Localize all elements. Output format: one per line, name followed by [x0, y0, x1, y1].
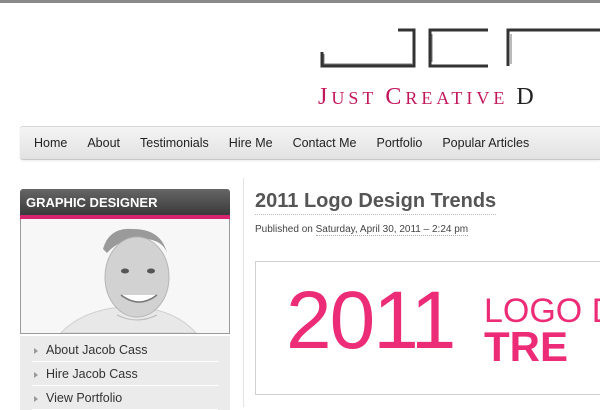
logo-mark: [320, 28, 600, 68]
sidebar-link-about[interactable]: About Jacob Cass: [32, 338, 218, 362]
bullet-arrow-icon: [34, 371, 38, 378]
hero-year: 2011: [286, 275, 456, 366]
nav-about[interactable]: About: [87, 136, 120, 150]
post-hero-image[interactable]: 2011 LOGO D TRE: [255, 261, 600, 395]
author-photo: [20, 219, 230, 334]
nav-testimonials[interactable]: Testimonials: [140, 136, 209, 150]
sidebar-link-portfolio[interactable]: View Portfolio: [32, 386, 218, 410]
main-nav: Home About Testimonials Hire Me Contact …: [20, 126, 600, 160]
sidebar-links: About Jacob Cass Hire Jacob Cass View Po…: [20, 336, 230, 410]
post-title[interactable]: 2011 Logo Design Trends: [255, 190, 497, 215]
post-date[interactable]: Saturday, April 30, 2011 – 2:24 pm: [315, 224, 469, 236]
nav-contact-me[interactable]: Contact Me: [293, 136, 357, 150]
nav-popular-articles[interactable]: Popular Articles: [442, 136, 529, 150]
window-top-border: [0, 0, 600, 3]
sidebar-heading: GRAPHIC DESIGNER: [20, 189, 230, 219]
nav-hire-me[interactable]: Hire Me: [229, 136, 273, 150]
hero-word-trends: TRE: [484, 323, 568, 370]
sidebar-link-hire[interactable]: Hire Jacob Cass: [32, 362, 218, 386]
bullet-arrow-icon: [34, 395, 38, 402]
post-meta: Published on Saturday, April 30, 2011 – …: [255, 224, 469, 236]
site-tagline[interactable]: JUST CREATIVE D: [318, 84, 538, 111]
column-divider: [243, 178, 244, 407]
nav-home[interactable]: Home: [34, 136, 67, 150]
bullet-arrow-icon: [34, 347, 38, 354]
sidebar: GRAPHIC DESIGNER About Jacob Cass Hire J…: [20, 189, 230, 410]
nav-portfolio[interactable]: Portfolio: [376, 136, 422, 150]
